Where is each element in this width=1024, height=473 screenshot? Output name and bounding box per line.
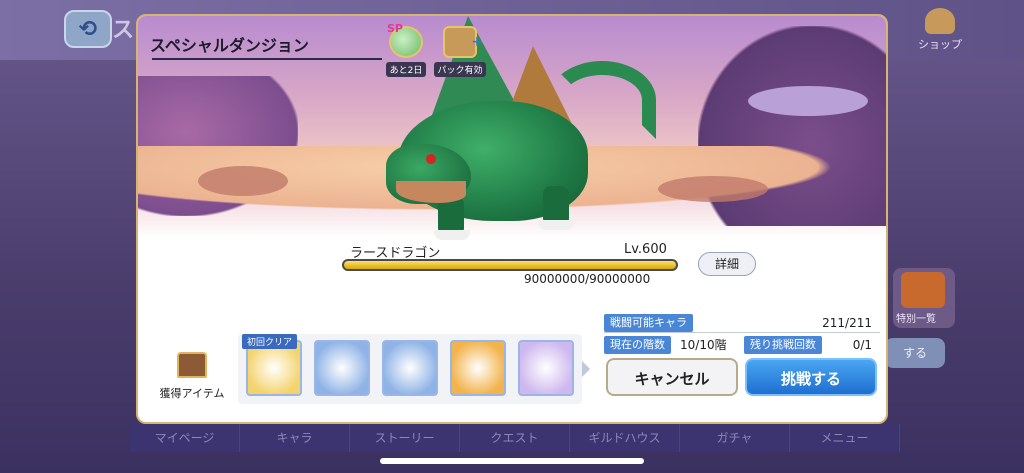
heart-medal-icon[interactable]: [382, 340, 438, 396]
back-arrow-icon: ⟲: [78, 16, 98, 42]
stat-label: 戦闘可能キャラ: [604, 314, 693, 332]
stat-label: 現在の階数: [604, 336, 671, 354]
boss-hp-text: 90000000/90000000: [524, 272, 651, 286]
pack-badge[interactable]: + パック有効: [434, 26, 486, 80]
lion-medal-icon[interactable]: [314, 340, 370, 396]
stat-label: 残り挑戦回数: [744, 336, 822, 354]
divider: [604, 332, 880, 333]
side-panel-label: 特別一覧: [896, 314, 936, 325]
stat-current-floor: 現在の階数 10/10階: [604, 336, 744, 354]
nav-item[interactable]: キャラ: [240, 424, 350, 452]
dialog-title: スペシャルダンジョン: [150, 36, 309, 55]
sp-remaining-days: あと2日: [386, 62, 426, 77]
background-title: ス: [112, 18, 135, 43]
stat-value: 10/10階: [680, 338, 727, 352]
green-orbs-icon[interactable]: [450, 340, 506, 396]
nav-item[interactable]: ストーリー: [350, 424, 460, 452]
boss-hp-bar: [342, 259, 678, 271]
treasure-chest-icon: [901, 272, 945, 308]
special-dungeon-dialog: スペシャルダンジョン SP あと2日 + パック有効 ラースドラゴン Lv.60…: [136, 14, 888, 424]
nav-item[interactable]: メニュー: [790, 424, 900, 452]
plus-icon: +: [471, 34, 483, 50]
stat-available-characters: 戦闘可能キャラ 211/211: [604, 314, 880, 332]
home-indicator[interactable]: [380, 458, 644, 464]
nav-item[interactable]: クエスト: [460, 424, 570, 452]
pack-icon: +: [443, 26, 483, 58]
reward-label: 獲得アイテム: [152, 352, 232, 401]
challenge-button[interactable]: 挑戦する: [745, 358, 877, 396]
dragon-eggs: [748, 86, 868, 116]
detail-button[interactable]: 詳細: [698, 252, 756, 276]
shop-icon: [925, 8, 955, 34]
side-action-button[interactable]: する: [885, 338, 945, 368]
rock: [198, 166, 288, 196]
stat-remaining-attempts: 残り挑戦回数 0/1: [744, 336, 880, 354]
nav-item[interactable]: マイページ: [130, 424, 240, 452]
shop-button[interactable]: ショップ: [905, 8, 975, 54]
stat-value: 0/1: [852, 338, 872, 352]
sp-orb-icon: SP: [387, 22, 423, 58]
title-underline: [152, 58, 382, 60]
dragon-eye: [426, 154, 436, 164]
cancel-button[interactable]: キャンセル: [606, 358, 738, 396]
dragon-claw: [434, 230, 470, 240]
rock: [658, 176, 768, 202]
scroll-right-arrow-icon[interactable]: [582, 361, 590, 377]
pack-active-label: パック有効: [434, 62, 486, 77]
back-button[interactable]: ⟲: [64, 10, 112, 48]
pink-crystal-icon[interactable]: [518, 340, 574, 396]
sp-event-badge[interactable]: SP あと2日: [386, 22, 426, 80]
sp-tag: SP: [387, 22, 403, 35]
nav-item[interactable]: ギルドハウス: [570, 424, 680, 452]
bottom-navigation: マイページ キャラ ストーリー クエスト ギルドハウス ガチャ メニュー: [130, 424, 900, 452]
reward-label-text: 獲得アイテム: [159, 387, 225, 400]
nav-item[interactable]: ガチャ: [680, 424, 790, 452]
stat-value: 211/211: [822, 316, 872, 330]
boss-hp-fill: [344, 261, 676, 269]
first-clear-tag: 初回クリア: [242, 334, 298, 349]
shop-label: ショップ: [918, 38, 962, 51]
treasure-chest-icon: [177, 352, 207, 378]
dragon-claw: [538, 220, 574, 230]
boss-level: Lv.600: [624, 242, 667, 257]
